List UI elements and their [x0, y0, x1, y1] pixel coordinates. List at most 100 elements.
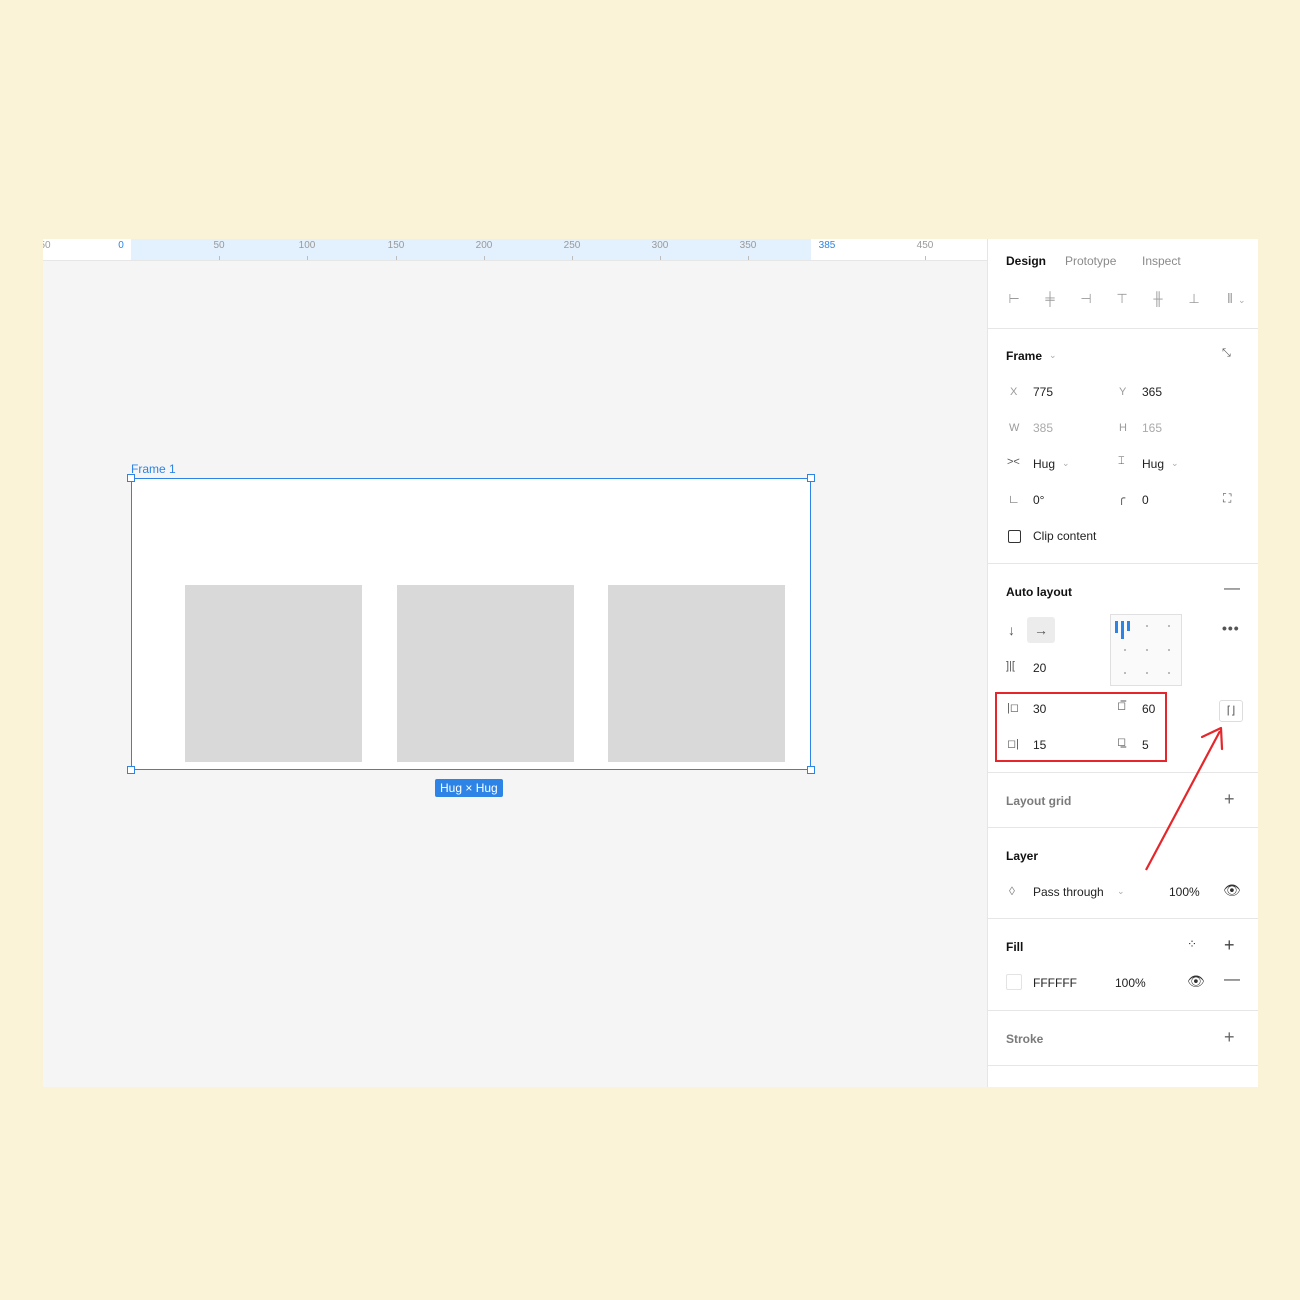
fill-opacity-input[interactable]: 100% — [1115, 976, 1146, 990]
align-right-icon[interactable]: ⊣ — [1077, 289, 1095, 309]
horizontal-resizing-select[interactable]: Hug — [1033, 457, 1055, 471]
eye-icon[interactable]: 👁 — [1223, 882, 1241, 899]
corner-radius-input[interactable]: 0 — [1142, 493, 1149, 507]
ruler-tickmark — [660, 256, 661, 260]
alignment-dot — [1124, 672, 1126, 674]
remove-fill-icon[interactable]: — — [1224, 971, 1240, 989]
figma-app: 50 0 50 100 150 200 250 300 350 385 450 … — [43, 239, 1258, 1087]
chevron-down-icon[interactable]: ⌄ — [1062, 458, 1070, 469]
vertical-resizing-select[interactable]: Hug — [1142, 457, 1164, 471]
tab-prototype[interactable]: Prototype — [1065, 254, 1116, 268]
fill-hex-input[interactable]: FFFFFF — [1033, 976, 1077, 990]
ruler-tick: 50 — [213, 240, 225, 251]
horizontal-direction-icon[interactable]: → — [1027, 617, 1055, 643]
frame-child-rectangle[interactable] — [397, 585, 574, 762]
horizontal-ruler: 50 0 50 100 150 200 250 300 350 385 450 — [43, 239, 987, 261]
x-label: X — [1010, 386, 1018, 398]
resize-handle-top-right[interactable] — [807, 474, 815, 482]
rotation-input[interactable]: 0° — [1033, 493, 1044, 507]
chevron-down-icon[interactable]: ⌄ — [1171, 458, 1179, 469]
annotation-arrow — [1145, 726, 1224, 871]
layout-grid-title: Layout grid — [1006, 794, 1072, 808]
alignment-dot — [1168, 672, 1170, 674]
chevron-down-icon[interactable]: ⌄ — [1238, 295, 1246, 306]
ruler-tickmark — [307, 256, 308, 260]
ruler-tickmark — [572, 256, 573, 260]
frame-child-rectangle[interactable] — [608, 585, 785, 762]
ruler-tick: 250 — [563, 240, 581, 251]
alignment-dot — [1168, 625, 1170, 627]
spacing-between-icon: ]|[ — [1006, 660, 1015, 672]
ruler-tickmark — [396, 256, 397, 260]
remove-auto-layout-icon[interactable]: — — [1224, 580, 1240, 598]
ruler-tick: 0 — [118, 240, 124, 251]
align-top-icon[interactable]: ⊤ — [1113, 289, 1131, 309]
w-input[interactable]: 385 — [1033, 421, 1053, 435]
h-input[interactable]: 165 — [1142, 421, 1162, 435]
alignment-dot — [1146, 649, 1148, 651]
y-input[interactable]: 365 — [1142, 385, 1162, 399]
spacing-between-input[interactable]: 20 — [1033, 661, 1046, 675]
tab-inspect[interactable]: Inspect — [1142, 254, 1181, 268]
ruler-tick: 450 — [916, 240, 934, 251]
fill-title: Fill — [1006, 940, 1024, 954]
clip-content-label[interactable]: Clip content — [1033, 529, 1096, 543]
frame-section-title[interactable]: Frame — [1006, 349, 1042, 363]
vertical-resizing-icon: ⌶ — [1118, 455, 1125, 467]
align-vertical-center-icon[interactable]: ╫ — [1149, 289, 1167, 309]
ruler-tick: 100 — [298, 240, 316, 251]
vertical-direction-icon[interactable]: ↓ — [1008, 622, 1015, 638]
align-left-icon[interactable]: ⊢ — [1005, 289, 1023, 309]
resize-to-fit-icon[interactable]: ⤡ — [1222, 347, 1231, 360]
add-stroke-icon[interactable]: + — [1224, 1027, 1235, 1048]
ruler-tick: 385 — [818, 240, 836, 251]
distribute-icon[interactable]: ⫴ — [1221, 289, 1239, 309]
auto-layout-title: Auto layout — [1006, 585, 1072, 599]
alignment-dot — [1146, 625, 1148, 627]
alignment-grid[interactable] — [1110, 614, 1182, 686]
panel-header: Design Prototype Inspect ⊢ ╪ ⊣ ⊤ ╫ ⊥ ⫴ ⌄ — [988, 239, 1258, 329]
frame-name-label[interactable]: Frame 1 — [131, 462, 176, 476]
y-label: Y — [1119, 386, 1127, 398]
chevron-down-icon[interactable]: ⌄ — [1049, 350, 1057, 361]
frame-child-rectangle[interactable] — [185, 585, 362, 762]
alignment-toolbar: ⊢ ╪ ⊣ ⊤ ╫ ⊥ ⫴ ⌄ — [988, 289, 1258, 313]
chevron-down-icon[interactable]: ⌄ — [1117, 886, 1125, 897]
blend-mode-select[interactable]: Pass through — [1033, 885, 1104, 899]
alignment-dot — [1124, 649, 1126, 651]
resize-handle-top-left[interactable] — [127, 474, 135, 482]
clip-content-checkbox[interactable] — [1008, 530, 1021, 543]
x-input[interactable]: 775 — [1033, 385, 1053, 399]
alignment-dot — [1168, 649, 1170, 651]
selected-frame[interactable] — [131, 478, 811, 770]
ruler-selection-highlight — [131, 239, 811, 260]
styles-icon[interactable]: ⁘ — [1187, 937, 1197, 951]
ruler-tick: 350 — [739, 240, 757, 251]
fill-color-swatch[interactable] — [1006, 974, 1022, 990]
resize-handle-bottom-left[interactable] — [127, 766, 135, 774]
eye-icon[interactable]: 👁 — [1187, 973, 1205, 990]
design-canvas[interactable]: Frame 1 Hug × Hug — [43, 261, 987, 1087]
horizontal-resizing-icon: >< — [1007, 456, 1020, 468]
properties-panel: Design Prototype Inspect ⊢ ╪ ⊣ ⊤ ╫ ⊥ ⫴ ⌄… — [987, 239, 1258, 1087]
layer-opacity-input[interactable]: 100% — [1169, 885, 1200, 899]
tab-design[interactable]: Design — [1006, 254, 1046, 268]
add-fill-icon[interactable]: + — [1224, 935, 1235, 956]
corner-radius-icon: ╭ — [1118, 491, 1126, 505]
ruler-tick: 300 — [651, 240, 669, 251]
ruler-tick: 150 — [387, 240, 405, 251]
ruler-tick: 50 — [43, 240, 51, 251]
ruler-tickmark — [748, 256, 749, 260]
resize-handle-bottom-right[interactable] — [807, 766, 815, 774]
alignment-bar — [1115, 621, 1118, 633]
rotation-icon: ∟ — [1008, 492, 1020, 506]
alignment-dot — [1146, 672, 1148, 674]
layer-title: Layer — [1006, 849, 1039, 863]
independent-corners-icon[interactable]: ⛶ — [1223, 491, 1231, 506]
w-label: W — [1009, 422, 1020, 434]
align-horizontal-center-icon[interactable]: ╪ — [1041, 289, 1059, 309]
size-badge: Hug × Hug — [435, 779, 503, 797]
stroke-title: Stroke — [1006, 1032, 1044, 1046]
align-bottom-icon[interactable]: ⊥ — [1185, 289, 1203, 309]
more-options-icon[interactable]: ••• — [1222, 620, 1240, 636]
